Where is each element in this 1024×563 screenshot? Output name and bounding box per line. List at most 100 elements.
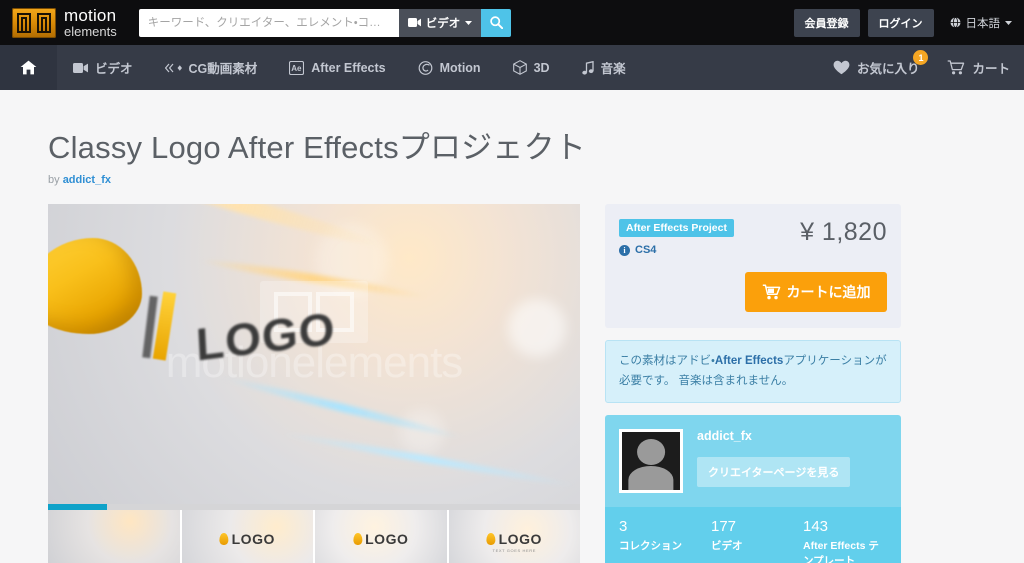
thumbnail-logo-text: LOGO [365, 530, 409, 547]
by-prefix: by [48, 174, 60, 186]
nav-label: Motion [439, 60, 481, 75]
heart-icon [833, 60, 850, 75]
site-logo[interactable]: motion elements [12, 7, 117, 38]
language-selector[interactable]: 日本語 [950, 15, 1012, 31]
stat-label: ビデオ [711, 540, 743, 553]
nav-items: ビデオ CG動画素材 Ae After Effects Motion 3D 音楽 [57, 45, 642, 90]
add-to-cart-button[interactable]: カートに追加 [745, 272, 887, 312]
thumbnail-item[interactable]: LOGO [181, 510, 315, 563]
product-byline: by addict_fx [48, 174, 1024, 186]
nav-right-actions: お気に入り 1 カート [819, 45, 1024, 90]
nav-label: お気に入り [856, 62, 920, 76]
search-submit-button[interactable] [481, 8, 512, 37]
video-camera-icon [73, 62, 88, 73]
stat-number: 3 [619, 518, 628, 536]
notice-text-1: この素材はアドビ・ [619, 355, 715, 367]
version-label: CS4 [635, 244, 657, 256]
language-label: 日本語 [965, 17, 1001, 30]
logo-wordmark: motion elements [64, 7, 117, 38]
product-type-badge: After Effects Project [619, 219, 734, 237]
flame-icon [486, 532, 496, 545]
stat-collections: 3 コレクション [619, 518, 703, 563]
thumbnail-logo-text: LOGO [231, 530, 275, 547]
view-creator-page-button[interactable]: クリエイターページを見る [697, 457, 851, 488]
stat-videos: 177 ビデオ [711, 518, 795, 563]
thumbnail-item[interactable]: LOGO TEXT GOES HERE [448, 510, 580, 563]
thumbnail-sub-text: TEXT GOES HERE [492, 547, 536, 553]
video-camera-icon [407, 18, 421, 27]
nav-label: ビデオ [95, 62, 133, 76]
software-version[interactable]: i CS4 [619, 244, 734, 256]
nav-label: 3D [533, 60, 550, 75]
nav-home-button[interactable] [0, 45, 57, 90]
cart-icon [762, 284, 781, 300]
product-header: Classy Logo After Effectsプロジェクト by addic… [0, 90, 1024, 186]
motion-swirl-icon [418, 60, 433, 75]
video-preview[interactable]: motionelements LOGO [48, 204, 580, 504]
stat-ae-templates: 143 After Effects テンプレート [803, 518, 887, 563]
home-icon [20, 60, 37, 75]
info-icon: i [619, 244, 630, 256]
requirements-notice: この素材はアドビ・After Effectsアプリケーションが必要です。 音楽は… [605, 340, 901, 404]
user-avatar-icon [622, 432, 680, 491]
nav-item-3d[interactable]: 3D [497, 45, 566, 90]
nav-item-cg-motion[interactable]: CG動画素材 [149, 45, 274, 90]
flame-icon [219, 532, 229, 545]
cart-icon [947, 60, 965, 75]
cube-icon [512, 60, 527, 75]
price-value: ¥ 1,820 [800, 218, 887, 246]
nav-item-motion[interactable]: Motion [402, 45, 497, 90]
nav-label: CG動画素材 [188, 62, 258, 76]
nav-label: After Effects [311, 60, 386, 75]
nav-item-music[interactable]: 音楽 [566, 45, 642, 90]
logo-line-2: elements [64, 24, 117, 39]
signup-button[interactable]: 会員登録 [793, 8, 860, 37]
video-player: motionelements LOGO LOGO LOGO LOGO TEXT … [48, 204, 580, 563]
nav-item-cart[interactable]: カート [933, 45, 1024, 90]
purchase-panel: After Effects Project i CS4 ¥ 1,820 カートに… [605, 204, 901, 328]
search-input[interactable] [138, 8, 399, 37]
add-to-cart-label: カートに追加 [786, 284, 871, 300]
thumbnail-logo-text: LOGO [498, 530, 542, 547]
search-type-label: ビデオ [425, 17, 461, 30]
stat-label: コレクション [619, 540, 682, 553]
motionelements-logo-icon [12, 7, 56, 38]
top-header: motion elements ビデオ 会員登録 [0, 0, 1024, 45]
notice-highlight: After Effects [714, 355, 784, 367]
nav-label: カート [972, 62, 1010, 76]
thumbnail-item[interactable] [48, 510, 182, 563]
stat-number: 177 [711, 518, 737, 536]
thumbnail-strip: LOGO LOGO LOGO TEXT GOES HERE [48, 510, 580, 563]
login-button[interactable]: ログイン [867, 8, 934, 37]
thumbnail-item[interactable]: LOGO [315, 510, 449, 563]
logo-line-1: motion [64, 6, 117, 25]
header-actions: 会員登録 ログイン 日本語 [793, 8, 1012, 37]
search-type-dropdown[interactable]: ビデオ [398, 8, 482, 37]
avatar[interactable] [619, 429, 683, 494]
music-note-icon [581, 60, 594, 75]
author-link[interactable]: addict_fx [63, 174, 111, 186]
nav-label: 音楽 [600, 62, 626, 76]
search-icon [489, 16, 503, 29]
main-content: motionelements LOGO LOGO LOGO LOGO TEXT … [0, 186, 1024, 563]
svg-text:Ae: Ae [292, 64, 303, 73]
creator-name: addict_fx [697, 429, 752, 444]
search-bar: ビデオ [138, 8, 512, 37]
stat-label: After Effects テンプレート [803, 540, 879, 563]
flame-icon [353, 532, 363, 545]
cg-motion-icon [164, 63, 182, 73]
creator-card: addict_fx クリエイターページを見る 3 コレクション 177 ビデオ … [605, 415, 901, 563]
nav-item-favorites[interactable]: お気に入り 1 [819, 45, 934, 90]
favorites-badge: 1 [913, 50, 929, 65]
chevron-down-icon [1005, 20, 1012, 25]
page-root: motion elements ビデオ 会員登録 [0, 0, 1024, 563]
stat-number: 143 [803, 518, 829, 536]
main-nav: ビデオ CG動画素材 Ae After Effects Motion 3D 音楽… [0, 45, 1024, 90]
nav-item-after-effects[interactable]: Ae After Effects [273, 45, 401, 90]
globe-icon [950, 17, 961, 28]
product-sidebar: After Effects Project i CS4 ¥ 1,820 カートに… [605, 204, 901, 563]
page-title: Classy Logo After Effectsプロジェクト [48, 130, 586, 165]
nav-item-video[interactable]: ビデオ [57, 45, 149, 90]
creator-stats: 3 コレクション 177 ビデオ 143 After Effects テンプレー… [605, 507, 901, 563]
chevron-down-icon [465, 20, 473, 25]
